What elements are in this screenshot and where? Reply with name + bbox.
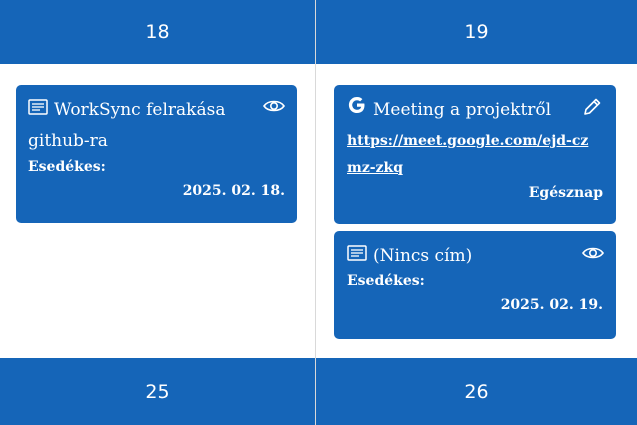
meeting-link[interactable]: https://meet.google.com/ejd-czmz-zkq: [347, 128, 603, 182]
event-card[interactable]: Meeting a projektről https://meet.google…: [334, 85, 616, 224]
day-number: 25: [145, 380, 170, 403]
due-label: Esedékes:: [28, 159, 106, 175]
day-header-18[interactable]: 18: [0, 0, 315, 64]
eye-icon[interactable]: [582, 245, 604, 265]
google-icon: [347, 95, 367, 126]
day-header-25[interactable]: 25: [0, 358, 315, 425]
allday-label: Egésznap: [528, 185, 603, 201]
pencil-icon[interactable]: [582, 97, 602, 121]
event-title: WorkSync felrakása github-ra: [28, 95, 285, 157]
calendar-grid: 18 19 WorkSync felrakása github-ra Esedé…: [0, 0, 637, 425]
due-date: 2025. 02. 18.: [182, 183, 285, 199]
event-title: Meeting a projektről: [347, 95, 603, 126]
day-number: 26: [464, 380, 489, 403]
day-number: 19: [464, 21, 489, 43]
event-title: (Nincs cím): [347, 241, 603, 272]
notes-icon: [28, 95, 48, 126]
day-header-19[interactable]: 19: [316, 0, 637, 64]
event-card[interactable]: (Nincs cím) Esedékes: 2025. 02. 19.: [334, 231, 616, 339]
day-number: 18: [145, 21, 170, 43]
due-date: 2025. 02. 19.: [500, 297, 603, 313]
eye-icon[interactable]: [263, 98, 285, 118]
event-card[interactable]: WorkSync felrakása github-ra Esedékes: 2…: [16, 85, 297, 223]
due-label: Esedékes:: [347, 273, 425, 289]
day-header-26[interactable]: 26: [316, 358, 637, 425]
notes-icon: [347, 241, 367, 272]
